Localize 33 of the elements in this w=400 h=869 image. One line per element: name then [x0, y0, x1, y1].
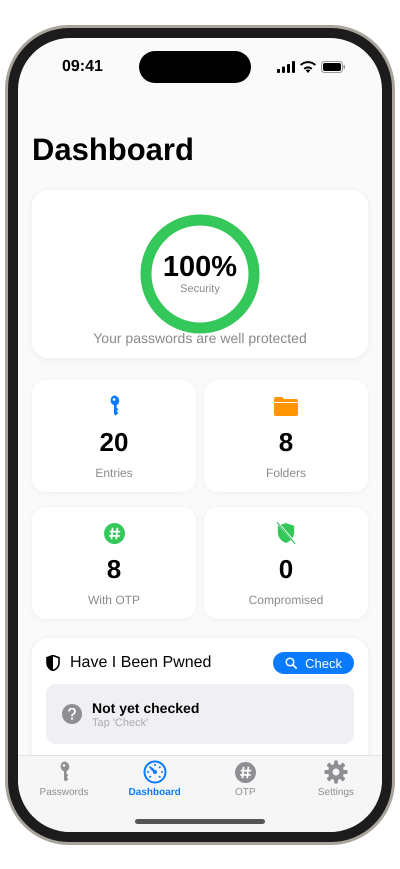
search-icon	[285, 657, 298, 669]
tab[interactable]: Settings	[296, 760, 376, 798]
security-label: Security	[180, 282, 220, 294]
security-score: 100%	[162, 250, 238, 282]
status-hint: Tap 'Check'	[92, 716, 150, 728]
page-title: Dashboard	[32, 131, 195, 169]
folder-icon	[274, 394, 298, 418]
hash-icon	[234, 760, 256, 784]
gauge-icon	[142, 760, 167, 784]
battery-icon	[320, 61, 346, 73]
stat-value: 8	[278, 426, 294, 458]
stat-value: 8	[106, 553, 122, 585]
question-icon	[62, 704, 82, 724]
signal-icon	[276, 61, 295, 73]
tab[interactable]: Dashboard	[114, 760, 195, 798]
crossed-shield-icon	[276, 521, 296, 545]
settings-icon	[324, 760, 348, 784]
status-title: Not yet checked	[92, 700, 200, 716]
stat-label: Compromised	[248, 593, 324, 607]
stat-label: With OTP	[88, 593, 140, 607]
security-message: Your passwords are well protected	[93, 330, 307, 346]
shield-icon	[46, 655, 60, 671]
stat-value: 0	[278, 553, 294, 585]
stat-label: Folders	[266, 466, 306, 480]
check-button[interactable]: Check	[273, 652, 354, 674]
pwned-title: Have I Been Pwned	[70, 654, 212, 672]
tab[interactable]: Passwords	[24, 760, 104, 798]
stat-value: 20	[100, 426, 128, 458]
tab[interactable]: OTP	[205, 760, 286, 798]
status-time: 09:41	[62, 58, 103, 76]
stat-label: Entries	[95, 466, 133, 480]
wifi-icon	[300, 61, 316, 73]
hash-icon	[104, 521, 124, 545]
